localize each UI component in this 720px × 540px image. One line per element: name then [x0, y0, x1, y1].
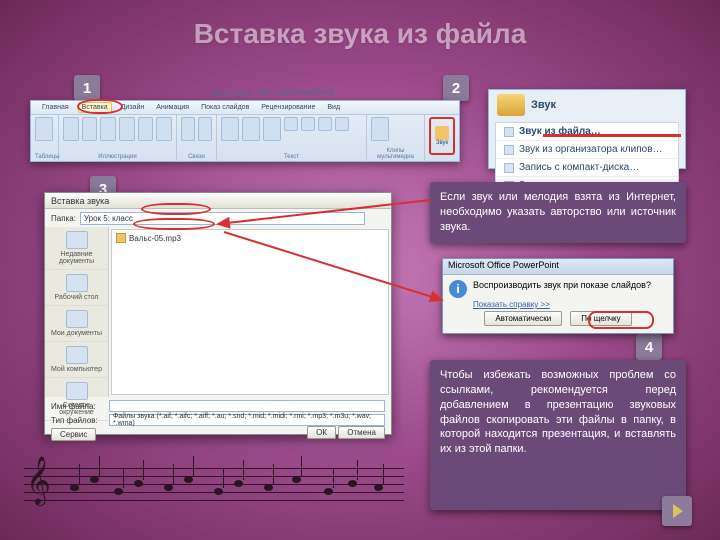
- ribbon-tabs: Главная Вставка Дизайн Анимация Показ сл…: [31, 101, 459, 115]
- cancel-button[interactable]: Отмена: [338, 426, 385, 439]
- photoalbum-icon[interactable]: [100, 117, 116, 141]
- chart-icon[interactable]: [156, 117, 172, 141]
- tools-button[interactable]: Сервис: [51, 428, 96, 441]
- slide-title: Вставка звука из файла: [0, 0, 720, 50]
- menu-sound-from-file[interactable]: Звук из файла…: [496, 123, 678, 141]
- step-badge-1: 1: [74, 75, 100, 101]
- documents-icon: [66, 310, 88, 328]
- tab-home[interactable]: Главная: [39, 103, 72, 112]
- callout-copy-files: Чтобы избежать возможных проблем со ссыл…: [430, 360, 686, 510]
- textbox-icon[interactable]: [221, 117, 239, 141]
- callout-attribution: Если звук или мелодия взята из Интернет,…: [430, 182, 686, 243]
- tab-slideshow[interactable]: Показ слайдов: [198, 103, 252, 112]
- music-staff-decoration: 𝄞: [24, 454, 404, 516]
- ribbon-group-tables: Таблицы: [31, 115, 59, 162]
- table-icon[interactable]: [35, 117, 53, 141]
- msgbox-title: Microsoft Office PowerPoint: [443, 259, 673, 275]
- computer-icon: [66, 346, 88, 364]
- filetype-combo[interactable]: Файлы звука (*.aif; *.aifc; *.aiff; *.au…: [109, 414, 385, 426]
- symbol-icon[interactable]: [318, 117, 332, 131]
- lookin-label: Папка:: [51, 214, 76, 223]
- show-help-link[interactable]: Показать справку >>: [443, 300, 673, 309]
- ribbon-group-text: Текст: [217, 115, 367, 162]
- desktop-icon: [66, 274, 88, 292]
- ribbon: Главная Вставка Дизайн Анимация Показ сл…: [30, 100, 460, 162]
- file-icon: [504, 127, 514, 137]
- play-sound-prompt: Microsoft Office PowerPoint i Воспроизво…: [442, 258, 674, 334]
- step-badge-4: 4: [636, 334, 662, 360]
- auto-button[interactable]: Автоматически: [484, 311, 562, 326]
- onclick-button[interactable]: По щелчку: [570, 311, 631, 326]
- filename-field[interactable]: [109, 400, 385, 412]
- object-icon[interactable]: [335, 117, 349, 131]
- sidebar-desktop[interactable]: Рабочий стол: [45, 270, 108, 306]
- picture-icon[interactable]: [63, 117, 79, 141]
- headerfooter-icon[interactable]: [242, 117, 260, 141]
- filename-label: Имя файла:: [51, 402, 105, 411]
- highlight-sound-from-file: [543, 134, 681, 137]
- ribbon-group-illustrations: Иллюстрации: [59, 115, 177, 162]
- msgbox-text: Воспроизводить звук при показе слайдов?: [473, 280, 651, 290]
- sidebar-computer[interactable]: Мой компьютер: [45, 342, 108, 378]
- network-icon: [66, 382, 88, 400]
- cd-icon: [504, 163, 514, 173]
- menu-sound-from-clip[interactable]: Звук из организатора клипов…: [496, 141, 678, 159]
- date-icon[interactable]: [284, 117, 298, 131]
- treble-clef-icon: 𝄞: [26, 456, 51, 505]
- list-item[interactable]: Вальс-05.mp3: [116, 232, 384, 244]
- shapes-icon[interactable]: [119, 117, 135, 141]
- sound-dropdown-label: Звук: [531, 99, 556, 111]
- folder-icon: [66, 231, 88, 249]
- smartart-icon[interactable]: [138, 117, 154, 141]
- sidebar-recent[interactable]: Недавние документы: [45, 227, 108, 270]
- play-icon: [673, 504, 683, 518]
- slidenum-icon[interactable]: [301, 117, 315, 131]
- info-icon: i: [449, 280, 467, 298]
- tab-review[interactable]: Рецензирование: [258, 103, 318, 112]
- ok-button[interactable]: ОК: [307, 426, 336, 439]
- file-list[interactable]: Вальс-05.mp3: [111, 229, 389, 395]
- sidebar-documents[interactable]: Мои документы: [45, 306, 108, 342]
- tab-animation[interactable]: Анимация: [153, 103, 192, 112]
- step-badge-2: 2: [443, 75, 469, 101]
- clip-icon[interactable]: [82, 117, 98, 141]
- window-title: Урок 5.pptx - Microsoft PowerPoint: [210, 88, 334, 97]
- ribbon-group-media: Клипы мультимедиа: [367, 115, 425, 162]
- tab-design[interactable]: Дизайн: [118, 103, 148, 112]
- audio-icon: [116, 233, 126, 243]
- movie-icon[interactable]: [371, 117, 389, 141]
- sound-button[interactable]: Звук: [429, 117, 455, 155]
- speaker-icon: [497, 94, 525, 116]
- clip-icon: [504, 145, 514, 155]
- action-icon[interactable]: [198, 117, 212, 141]
- lookin-combo[interactable]: Урок 5: класс: [80, 212, 365, 225]
- insert-sound-dialog: Вставка звука Папка: Урок 5: класс Недав…: [44, 192, 392, 435]
- tab-insert[interactable]: Вставка: [78, 102, 112, 113]
- sound-dropdown: Звук Звук из файла… Звук из организатора…: [488, 89, 686, 169]
- tab-view[interactable]: Вид: [324, 103, 343, 112]
- filetype-label: Тип файлов:: [51, 416, 105, 425]
- menu-sound-from-cd[interactable]: Запись с компакт-диска…: [496, 159, 678, 177]
- next-slide-button[interactable]: [662, 496, 692, 526]
- dialog-titlebar: Вставка звука: [45, 193, 391, 209]
- hyperlink-icon[interactable]: [181, 117, 195, 141]
- wordart-icon[interactable]: [263, 117, 281, 141]
- ribbon-group-links: Связи: [177, 115, 217, 162]
- places-sidebar: Недавние документы Рабочий стол Мои доку…: [45, 227, 109, 397]
- speaker-icon: [435, 126, 449, 140]
